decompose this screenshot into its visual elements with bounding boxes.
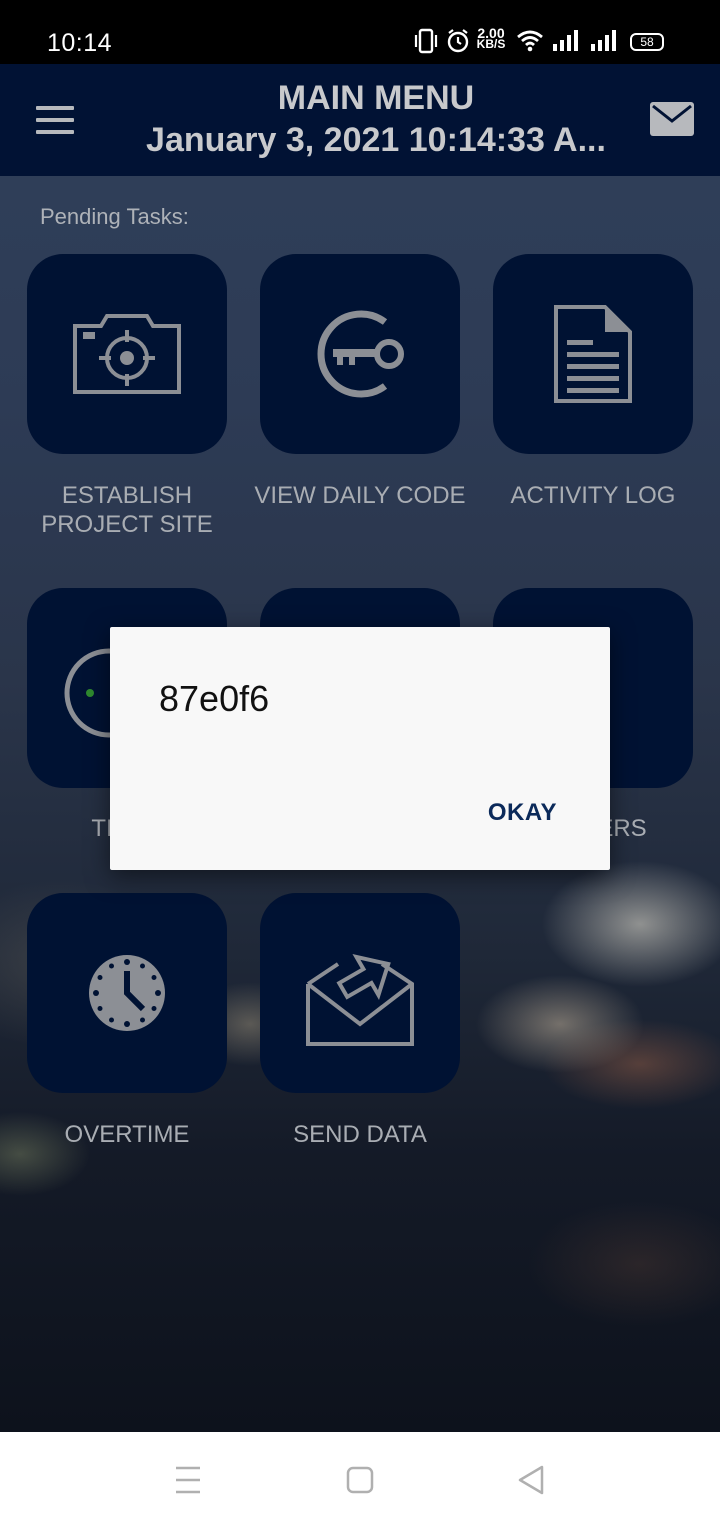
pending-tasks-label: Pending Tasks: <box>40 204 189 229</box>
signal-icon-1 <box>553 30 578 51</box>
app-bar: MAIN MENU January 3, 2021 10:14:33 A... <box>0 64 720 176</box>
net-speed: 2.00 KB/S <box>476 25 506 51</box>
home-icon[interactable] <box>340 1460 380 1500</box>
alarm-icon <box>447 29 469 53</box>
overtime-label: OVERTIME <box>64 1121 190 1148</box>
battery-icon: 58 <box>630 33 664 51</box>
overtime-tile[interactable] <box>27 893 227 1093</box>
signal-icon-2 <box>591 30 616 51</box>
status-icons: 2.00 KB/S 58 <box>414 25 674 60</box>
key-icon <box>317 310 404 398</box>
mail-icon[interactable] <box>650 102 694 136</box>
view-daily-code-label: VIEW DAILY CODE <box>254 482 466 509</box>
send-data-tile[interactable] <box>260 893 460 1093</box>
recent-apps-icon[interactable] <box>168 1460 208 1500</box>
document-icon <box>554 305 632 403</box>
send-data-label: SEND DATA <box>293 1121 427 1148</box>
camera-icon <box>73 314 181 394</box>
vibrate-icon <box>414 28 438 54</box>
wifi-icon <box>517 30 543 52</box>
status-bar: 10:14 2.00 KB/S 58 <box>0 0 720 64</box>
activity-log-label: ACTIVITY LOG <box>510 482 676 509</box>
navigation-bar <box>0 1432 720 1520</box>
dialog-message: 87e0f6 <box>159 678 270 719</box>
establish-project-site-label: ESTABLISH PROJECT SITE <box>41 482 213 538</box>
send-mail-icon <box>306 954 414 1046</box>
clock-icon <box>89 955 165 1031</box>
page-title: MAIN MENU <box>277 79 475 117</box>
view-daily-code-tile[interactable] <box>260 254 460 454</box>
current-datetime: January 3, 2021 10:14:33 A... <box>146 121 606 159</box>
back-icon[interactable] <box>512 1460 552 1500</box>
hamburger-menu-icon[interactable] <box>36 106 76 136</box>
activity-log-tile[interactable] <box>493 254 693 454</box>
establish-project-site-tile[interactable] <box>27 254 227 454</box>
status-time: 10:14 <box>47 29 113 57</box>
okay-button[interactable]: OKAY <box>488 799 557 827</box>
code-dialog: 87e0f6 OKAY <box>110 627 610 870</box>
